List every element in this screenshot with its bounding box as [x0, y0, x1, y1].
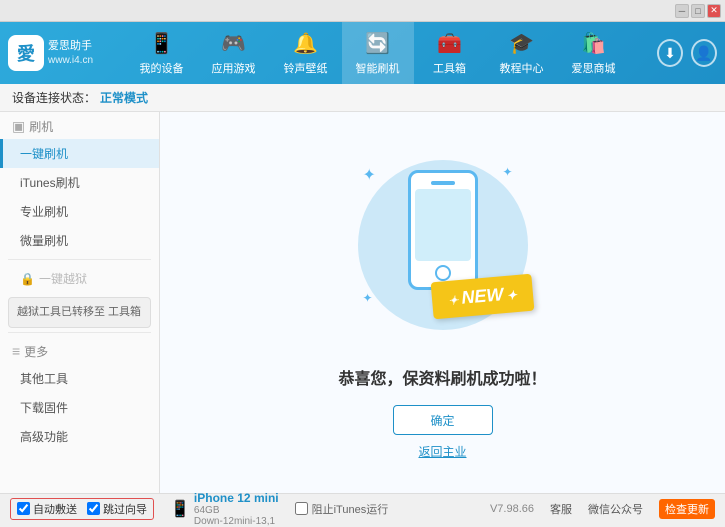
sidebar: ▣ 刷机 一键刷机 iTunes刷机 专业刷机 微量刷机 🔒 一键越狱 越狱工具…: [0, 112, 160, 493]
sparkle-icon-tr: ✦: [502, 165, 512, 179]
flash-icon: 🔄: [365, 31, 390, 56]
bottom-right: V7.98.66 客服 微信公众号 检查更新: [490, 499, 715, 519]
logo-area: 愛 爱思助手 www.i4.cn: [8, 35, 98, 71]
lock-icon: 🔒: [20, 272, 35, 286]
phone-speaker: [431, 181, 455, 185]
account-button[interactable]: 👤: [691, 39, 717, 67]
phone-screen: [415, 189, 471, 261]
sparkle-icon-bl: ✦: [363, 291, 373, 305]
illustration: ✦ ✦ ✦ NEW: [343, 145, 543, 345]
sidebar-item-itunes-flash[interactable]: iTunes刷机: [0, 168, 159, 197]
wechat-link[interactable]: 微信公众号: [588, 501, 643, 517]
device-phone-icon: 📱: [170, 499, 190, 519]
title-bar: ─ □ ✕: [0, 0, 725, 22]
device-info: iPhone 12 mini 64GB Down-12mini-13,1: [194, 491, 279, 527]
nav-item-toolbox[interactable]: 🧰 工具箱: [414, 22, 486, 84]
download-button[interactable]: ⬇: [657, 39, 683, 67]
skip-wizard-checkbox[interactable]: [87, 502, 100, 515]
sidebar-divider-1: [8, 259, 151, 260]
stop-itunes-checkbox[interactable]: [295, 502, 308, 515]
nav-item-tutorial[interactable]: 🎓 教程中心: [486, 22, 558, 84]
success-text: 恭喜您，保资料刷机成功啦！: [338, 365, 546, 389]
sidebar-item-one-click-flash[interactable]: 一键刷机: [0, 139, 159, 168]
sidebar-divider-2: [8, 332, 151, 333]
tutorial-icon: 🎓: [509, 31, 534, 56]
checkbox-skip-wizard[interactable]: 跳过向导: [87, 501, 147, 517]
nav-item-my-device[interactable]: 📱 我的设备: [126, 22, 198, 84]
sidebar-item-advanced[interactable]: 高级功能: [0, 422, 159, 451]
close-button[interactable]: ✕: [707, 4, 721, 18]
main-layout: ▣ 刷机 一键刷机 iTunes刷机 专业刷机 微量刷机 🔒 一键越狱 越狱工具…: [0, 112, 725, 493]
auto-send-checkbox[interactable]: [17, 502, 30, 515]
version-label: V7.98.66: [490, 503, 534, 515]
more-section-icon: ≡: [12, 343, 20, 359]
status-bar: 设备连接状态： 正常模式: [0, 84, 725, 112]
phone-icon: 📱: [149, 31, 174, 56]
stop-itunes-section: 阻止iTunes运行: [295, 501, 389, 517]
minimize-button[interactable]: ─: [675, 4, 689, 18]
nav-item-apps-games[interactable]: 🎮 应用游戏: [198, 22, 270, 84]
maximize-button[interactable]: □: [691, 4, 705, 18]
bottom-bar: 自动敷送 跳过向导 📱 iPhone 12 mini 64GB Down-12m…: [0, 493, 725, 523]
store-icon: 🛍️: [581, 31, 606, 56]
checkbox-auto-send[interactable]: 自动敷送: [17, 501, 77, 517]
sidebar-item-pro-flash[interactable]: 专业刷机: [0, 197, 159, 226]
header: 愛 爱思助手 www.i4.cn 📱 我的设备 🎮 应用游戏 🔔 铃声壁纸 🔄 …: [0, 22, 725, 84]
home-link[interactable]: 返回主业: [418, 443, 466, 460]
device-section: 📱 iPhone 12 mini 64GB Down-12mini-13,1: [170, 491, 279, 527]
sidebar-item-dual-flash[interactable]: 微量刷机: [0, 226, 159, 255]
jailbreak-section: 🔒 一键越狱: [0, 264, 159, 293]
nav-item-smart-flash[interactable]: 🔄 智能刷机: [342, 22, 414, 84]
apps-icon: 🎮: [221, 31, 246, 56]
nav-right: ⬇ 👤: [657, 39, 717, 67]
confirm-button[interactable]: 确定: [393, 405, 493, 435]
sidebar-item-download-firmware[interactable]: 下载固件: [0, 393, 159, 422]
checkbox-group: 自动敷送 跳过向导: [10, 498, 154, 520]
nav-item-ringtones[interactable]: 🔔 铃声壁纸: [270, 22, 342, 84]
nav-item-store[interactable]: 🛍️ 爱思商城: [558, 22, 630, 84]
jailbreak-notice: 越狱工具已转移至 工具箱: [8, 297, 151, 328]
sidebar-item-other-tools[interactable]: 其他工具: [0, 364, 159, 393]
service-link[interactable]: 客服: [550, 501, 572, 517]
more-section-label: ≡ 更多: [0, 337, 159, 364]
sparkle-icon-tl: ✦: [363, 165, 376, 185]
ringtone-icon: 🔔: [293, 31, 318, 56]
logo-icon: 愛: [8, 35, 44, 71]
new-badge: NEW: [430, 274, 534, 320]
content-area: ✦ ✦ ✦ NEW 恭喜您，保资料刷机成功啦！ 确定 返回主业: [160, 112, 725, 493]
nav-items: 📱 我的设备 🎮 应用游戏 🔔 铃声壁纸 🔄 智能刷机 🧰 工具箱 🎓 教程中心…: [98, 22, 657, 84]
flash-section-label: ▣ 刷机: [0, 112, 159, 139]
phone-body: [408, 170, 478, 290]
bottom-left: 自动敷送 跳过向导 📱 iPhone 12 mini 64GB Down-12m…: [10, 491, 388, 527]
update-button[interactable]: 检查更新: [659, 499, 715, 519]
flash-section-icon: ▣: [12, 118, 25, 135]
toolbox-icon: 🧰: [437, 31, 462, 56]
phone-home-button: [435, 265, 451, 281]
logo-text: 爱思助手 www.i4.cn: [48, 39, 93, 66]
